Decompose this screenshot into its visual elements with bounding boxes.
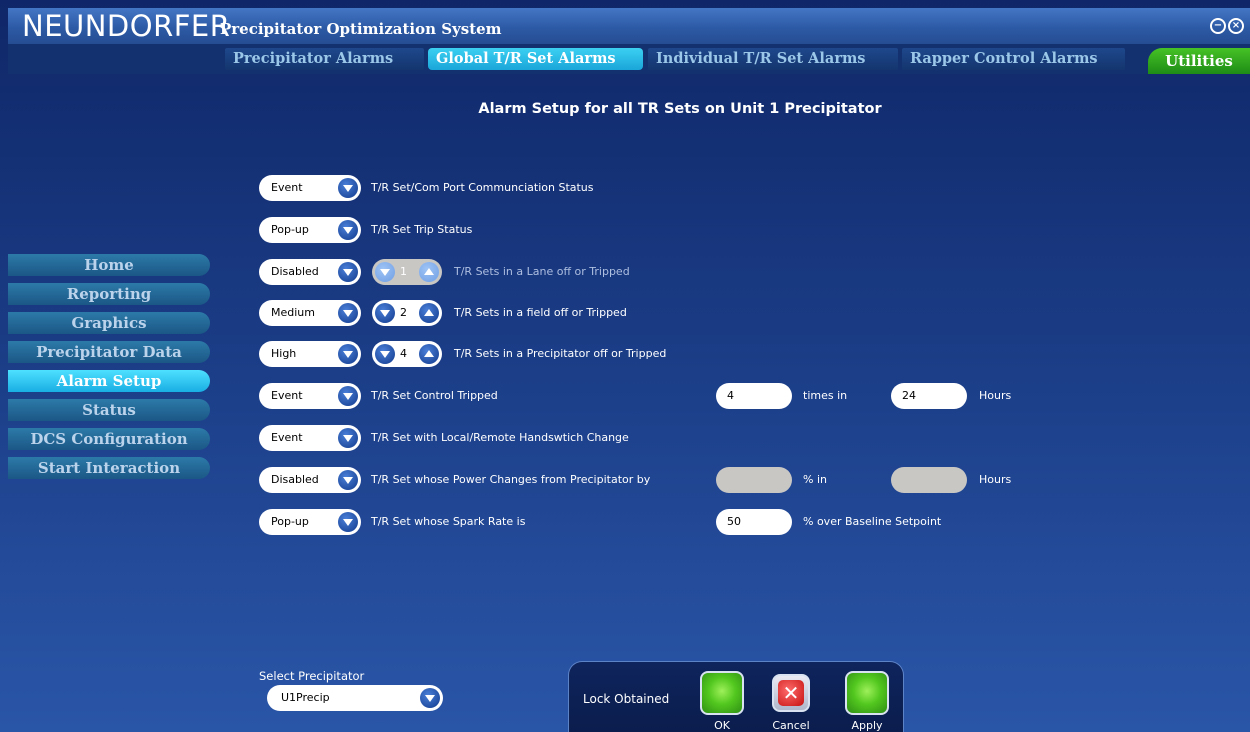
select-precipitator-label: Select Precipitator bbox=[259, 669, 365, 683]
chevron-down-icon[interactable] bbox=[420, 688, 440, 708]
page-title: Alarm Setup for all TR Sets on Unit 1 Pr… bbox=[478, 101, 882, 117]
alarm-label: T/R Sets in a Precipitator off or Trippe… bbox=[454, 347, 667, 360]
unit-label: Hours bbox=[979, 389, 1012, 402]
ok-label: OK bbox=[714, 719, 730, 732]
sidebar-item-precipitator-data[interactable]: Precipitator Data bbox=[8, 341, 210, 363]
alarm-level-select[interactable]: Pop-up bbox=[259, 509, 361, 535]
alarm-level-value: High bbox=[271, 347, 297, 360]
alarm-label: T/R Set Trip Status bbox=[371, 223, 473, 236]
alarm-label: T/R Set with Local/Remote Handswtich Cha… bbox=[371, 431, 629, 444]
alarm-level-select[interactable]: Medium bbox=[259, 300, 361, 326]
hours-input[interactable]: 24 bbox=[891, 383, 967, 409]
window-controls: − × bbox=[1210, 18, 1244, 34]
sidebar-item-start-interaction[interactable]: Start Interaction bbox=[8, 457, 210, 479]
count-value: 2 bbox=[400, 306, 407, 319]
alarm-label: T/R Set/Com Port Communciation Status bbox=[371, 181, 594, 194]
count-stepper[interactable]: 4 bbox=[372, 341, 442, 367]
close-icon[interactable]: × bbox=[1228, 18, 1244, 34]
brand-logo: NEUNDORFER bbox=[22, 9, 231, 43]
chevron-up-icon[interactable] bbox=[419, 262, 439, 282]
apply-label: Apply bbox=[851, 719, 883, 732]
alarm-level-value: Medium bbox=[271, 306, 315, 319]
trip-count-value: 4 bbox=[727, 389, 734, 402]
count-value: 1 bbox=[400, 265, 407, 278]
spark-rate-value: 50 bbox=[727, 515, 741, 528]
alarm-tabs: Precipitator Alarms Global T/R Set Alarm… bbox=[8, 44, 1250, 74]
unit-label: % in bbox=[803, 473, 827, 486]
unit-label: times in bbox=[803, 389, 848, 402]
tab-global-tr-set-alarms[interactable]: Global T/R Set Alarms bbox=[428, 48, 643, 70]
cancel-label: Cancel bbox=[772, 719, 810, 732]
alarm-level-value: Event bbox=[271, 181, 303, 194]
alarm-label: T/R Sets in a Lane off or Tripped bbox=[454, 265, 630, 278]
alarm-level-select[interactable]: Disabled bbox=[259, 467, 361, 493]
alarm-label: T/R Set whose Spark Rate is bbox=[371, 515, 526, 528]
alarm-level-select[interactable]: Disabled bbox=[259, 259, 361, 285]
chevron-down-icon[interactable] bbox=[375, 303, 395, 323]
unit-label: % over Baseline Setpoint bbox=[803, 515, 942, 528]
chevron-down-icon[interactable] bbox=[338, 386, 358, 406]
utilities-button[interactable]: Utilities bbox=[1148, 48, 1250, 74]
precipitator-select[interactable]: U1Precip bbox=[267, 685, 443, 711]
minimize-icon[interactable]: − bbox=[1210, 18, 1226, 34]
chevron-down-icon[interactable] bbox=[338, 512, 358, 532]
count-value: 4 bbox=[400, 347, 407, 360]
alarm-level-value: Disabled bbox=[271, 265, 319, 278]
unit-label: Hours bbox=[979, 473, 1012, 486]
cancel-button[interactable]: ✕ bbox=[772, 674, 810, 712]
hours-value: 24 bbox=[902, 389, 916, 402]
alarm-label: T/R Set whose Power Changes from Precipi… bbox=[371, 473, 651, 486]
chevron-down-icon[interactable] bbox=[375, 262, 395, 282]
close-icon: ✕ bbox=[778, 680, 804, 706]
alarm-level-select[interactable]: Event bbox=[259, 425, 361, 451]
alarm-level-select[interactable]: High bbox=[259, 341, 361, 367]
app-title: Precipitator Optimization System bbox=[220, 20, 502, 38]
chevron-up-icon[interactable] bbox=[419, 303, 439, 323]
alarm-level-value: Event bbox=[271, 431, 303, 444]
chevron-down-icon[interactable] bbox=[338, 178, 358, 198]
alarm-label: T/R Sets in a field off or Tripped bbox=[454, 306, 627, 319]
power-change-input[interactable] bbox=[716, 467, 792, 493]
chevron-down-icon[interactable] bbox=[338, 470, 358, 490]
chevron-down-icon[interactable] bbox=[338, 428, 358, 448]
alarm-level-value: Event bbox=[271, 389, 303, 402]
hours-input[interactable] bbox=[891, 467, 967, 493]
alarm-level-value: Pop-up bbox=[271, 223, 309, 236]
sidebar-item-home[interactable]: Home bbox=[8, 254, 210, 276]
chevron-down-icon[interactable] bbox=[338, 262, 358, 282]
alarm-level-select[interactable]: Event bbox=[259, 175, 361, 201]
trip-count-input[interactable]: 4 bbox=[716, 383, 792, 409]
count-stepper[interactable]: 1 bbox=[372, 259, 442, 285]
precipitator-value: U1Precip bbox=[281, 691, 330, 704]
lock-panel: Lock Obtained OK ✕ Cancel Apply bbox=[568, 661, 904, 732]
title-bar: NEUNDORFER Precipitator Optimization Sys… bbox=[8, 8, 1250, 44]
sidebar-item-graphics[interactable]: Graphics bbox=[8, 312, 210, 334]
apply-button[interactable] bbox=[845, 671, 889, 715]
sidebar-item-status[interactable]: Status bbox=[8, 399, 210, 421]
tab-rapper-control-alarms[interactable]: Rapper Control Alarms bbox=[902, 48, 1125, 70]
count-stepper[interactable]: 2 bbox=[372, 300, 442, 326]
sidebar-item-reporting[interactable]: Reporting bbox=[8, 283, 210, 305]
chevron-down-icon[interactable] bbox=[338, 220, 358, 240]
chevron-down-icon[interactable] bbox=[375, 344, 395, 364]
sidebar-item-alarm-setup[interactable]: Alarm Setup bbox=[8, 370, 210, 392]
tab-precipitator-alarms[interactable]: Precipitator Alarms bbox=[225, 48, 424, 70]
tab-individual-tr-set-alarms[interactable]: Individual T/R Set Alarms bbox=[648, 48, 898, 70]
ok-button[interactable] bbox=[700, 671, 744, 715]
app-window: NEUNDORFER Precipitator Optimization Sys… bbox=[0, 0, 1250, 732]
chevron-down-icon[interactable] bbox=[338, 303, 358, 323]
chevron-up-icon[interactable] bbox=[419, 344, 439, 364]
chevron-down-icon[interactable] bbox=[338, 344, 358, 364]
lock-status: Lock Obtained bbox=[583, 692, 670, 706]
alarm-level-value: Pop-up bbox=[271, 515, 309, 528]
alarm-level-select[interactable]: Event bbox=[259, 383, 361, 409]
alarm-label: T/R Set Control Tripped bbox=[371, 389, 498, 402]
spark-rate-input[interactable]: 50 bbox=[716, 509, 792, 535]
sidebar-item-dcs-configuration[interactable]: DCS Configuration bbox=[8, 428, 210, 450]
alarm-level-select[interactable]: Pop-up bbox=[259, 217, 361, 243]
alarm-level-value: Disabled bbox=[271, 473, 319, 486]
